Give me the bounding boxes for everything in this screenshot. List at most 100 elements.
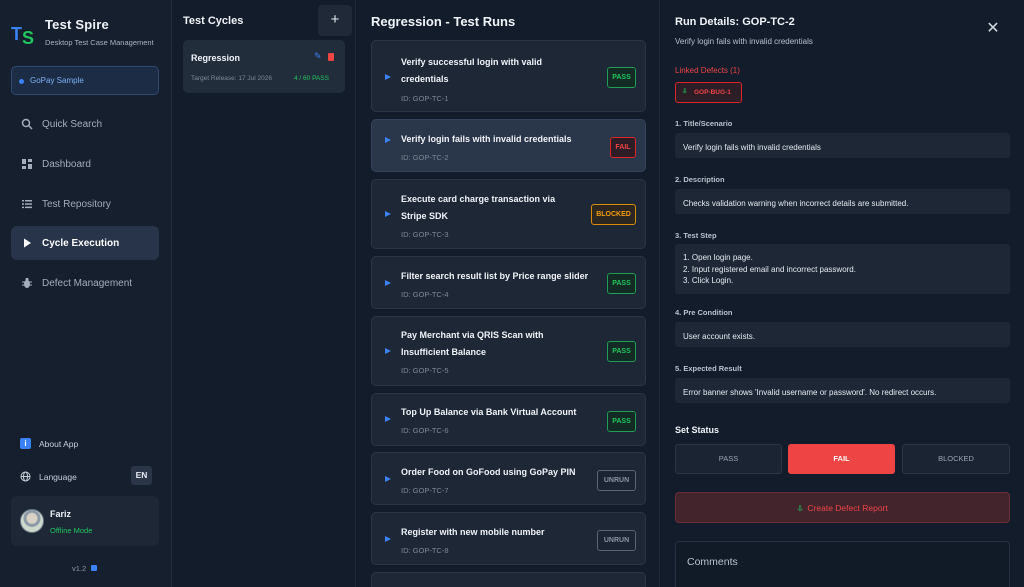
nav-item-defect-management[interactable]: Defect Management	[11, 266, 159, 300]
details-subtitle: Verify login fails with invalid credenti…	[675, 37, 813, 46]
sidebar: T S Test Spire Desktop Test Case Managem…	[0, 0, 172, 587]
cycles-title: Test Cycles	[183, 15, 244, 27]
status-badge: UNRUN	[597, 530, 636, 551]
run-id: ID: GOP-TC-4	[401, 290, 449, 299]
avatar	[20, 509, 44, 533]
run-title: Register with new mobile number	[401, 527, 545, 537]
user-status: Offline Mode	[50, 526, 93, 535]
project-dot-icon	[19, 79, 24, 84]
project-selector[interactable]: GoPay Sample	[11, 66, 159, 95]
create-defect-report-button[interactable]: ⥥ Create Defect Report	[675, 492, 1010, 523]
status-badge: BLOCKED	[591, 204, 636, 225]
cycle-target-release: Target Release: 17 Jul 2026	[191, 75, 272, 82]
run-card[interactable]: Pay Merchant via QRIS Scan with Insuffic…	[371, 316, 646, 386]
info-icon: i	[20, 438, 31, 449]
play-icon	[24, 238, 31, 248]
nav-label: Dashboard	[42, 159, 91, 170]
expand-arrow-icon	[385, 416, 391, 422]
run-id: ID: GOP-TC-1	[401, 94, 449, 103]
nav-item-dashboard[interactable]: Dashboard	[11, 147, 159, 181]
status-fail-button[interactable]: FAIL	[788, 444, 895, 474]
nav-label: Quick Search	[42, 119, 103, 130]
field-title-scenario[interactable]: Verify login fails with invalid credenti…	[675, 133, 1010, 158]
expand-arrow-icon	[385, 137, 391, 143]
field-label-expected-result: 5. Expected Result	[675, 364, 742, 373]
nav-label: Defect Management	[42, 278, 133, 289]
set-status-label: Set Status	[675, 425, 720, 435]
dashboard-icon	[22, 159, 32, 169]
nav-item-test-repository[interactable]: Test Repository	[11, 187, 159, 221]
expand-arrow-icon	[385, 536, 391, 542]
field-label-description: 2. Description	[675, 175, 725, 184]
linked-defects-label: Linked Defects (1)	[675, 66, 740, 75]
expand-arrow-icon	[385, 348, 391, 354]
field-label-pre-condition: 4. Pre Condition	[675, 308, 733, 317]
field-label-test-step: 3. Test Step	[675, 231, 717, 240]
field-test-step[interactable]: 1. Open login page. 2. Input registered …	[675, 244, 1010, 294]
status-badge: PASS	[607, 67, 636, 88]
run-card[interactable]: Execute card charge transaction via Stri…	[371, 179, 646, 249]
status-badge: PASS	[607, 341, 636, 362]
status-badge: FAIL	[610, 137, 636, 158]
run-title: Top Up Balance via Bank Virtual Account	[401, 407, 577, 417]
app-logo-icon: T S	[11, 24, 34, 46]
run-card[interactable]: Verify successful login with valid crede…	[371, 40, 646, 112]
comments-field[interactable]: Comments	[675, 541, 1010, 587]
field-description[interactable]: Checks validation warning when incorrect…	[675, 189, 1010, 214]
runs-title: Regression - Test Runs	[371, 14, 516, 29]
status-pass-button[interactable]: PASS	[675, 444, 782, 474]
run-id: ID: GOP-TC-5	[401, 366, 449, 375]
run-id: ID: GOP-TC-3	[401, 230, 449, 239]
run-card[interactable]: Register with new mobile number ID: GOP-…	[371, 512, 646, 565]
delete-trash-icon[interactable]	[328, 53, 334, 61]
nav-label: Test Repository	[42, 199, 111, 210]
run-title: Pay Merchant via QRIS Scan with Insuffic…	[401, 330, 544, 357]
run-title: Filter search result list by Price range…	[401, 271, 589, 281]
run-id: ID: GOP-TC-8	[401, 546, 449, 555]
version-indicator-icon	[91, 565, 97, 571]
cycle-name: Regression	[191, 53, 241, 63]
app-subtitle: Desktop Test Case Management	[45, 38, 154, 47]
run-card[interactable]: Order Food on GoFood using GoPay PIN ID:…	[371, 452, 646, 505]
expand-arrow-icon	[385, 476, 391, 482]
nav-label: Cycle Execution	[42, 238, 120, 249]
bug-icon	[22, 277, 32, 288]
user-card[interactable]: Fariz Offline Mode	[11, 496, 159, 546]
run-title: Execute card charge transaction via Stri…	[401, 194, 556, 221]
cycle-card-regression[interactable]: Regression ✎ Target Release: 17 Jul 2026…	[183, 40, 345, 93]
field-pre-condition[interactable]: User account exists.	[675, 322, 1010, 347]
defect-id: GOP-BUG-1	[694, 89, 731, 96]
status-badge: PASS	[607, 273, 636, 294]
field-label-title: 1. Title/Scenario	[675, 119, 733, 128]
add-cycle-button[interactable]: +	[318, 5, 352, 36]
status-blocked-button[interactable]: BLOCKED	[902, 444, 1010, 474]
app-title: Test Spire	[45, 17, 109, 32]
nav-item-cycle-execution[interactable]: Cycle Execution	[11, 226, 159, 260]
status-badge: PASS	[607, 411, 636, 432]
language-toggle[interactable]: EN	[131, 466, 152, 485]
language-label: Language	[39, 472, 77, 482]
app-version: v1.2	[72, 564, 87, 573]
expand-arrow-icon	[385, 211, 391, 217]
list-icon	[22, 200, 32, 209]
svg-text:S: S	[22, 28, 34, 46]
linked-defect-chip[interactable]: ⥥ GOP-BUG-1	[675, 82, 742, 103]
svg-text:T: T	[11, 24, 22, 44]
field-expected-result[interactable]: Error banner shows 'Invalid username or …	[675, 378, 1010, 403]
run-card[interactable]	[371, 572, 646, 587]
run-id: ID: GOP-TC-6	[401, 426, 449, 435]
run-card[interactable]: Filter search result list by Price range…	[371, 256, 646, 309]
run-id: ID: GOP-TC-2	[401, 153, 449, 162]
create-defect-label: Create Defect Report	[807, 503, 888, 513]
details-title: Run Details: GOP-TC-2	[675, 16, 795, 28]
run-card-selected[interactable]: Verify login fails with invalid credenti…	[371, 119, 646, 172]
comments-label: Comments	[687, 556, 738, 568]
close-icon[interactable]: ✕	[986, 21, 1000, 37]
edit-pencil-icon[interactable]: ✎	[314, 51, 322, 62]
run-card[interactable]: Top Up Balance via Bank Virtual Account …	[371, 393, 646, 446]
cycle-pass-count: 4 / 60 PASS	[294, 75, 329, 82]
nav-item-quick-search[interactable]: Quick Search	[11, 107, 159, 141]
link-icon: ⥥	[682, 88, 688, 95]
about-app-link[interactable]: About App	[39, 439, 78, 449]
expand-arrow-icon	[385, 280, 391, 286]
